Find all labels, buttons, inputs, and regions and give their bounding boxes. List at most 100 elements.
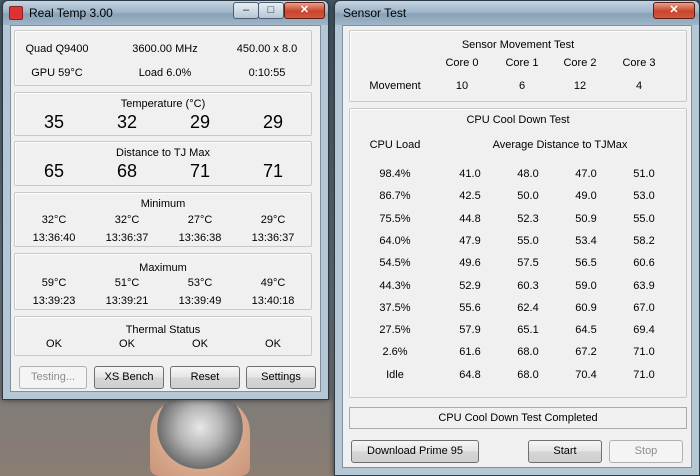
cpu-model: Quad Q9400: [25, 43, 89, 55]
sensor-test-titlebar[interactable]: Sensor Test ✕: [335, 1, 699, 25]
core0-status: OK: [46, 338, 62, 350]
core1-movement: 6: [518, 80, 526, 92]
load-cell: 27.5%: [379, 324, 411, 337]
settings-button[interactable]: Settings: [246, 366, 316, 389]
sensor-movement-label: Sensor Movement Test: [461, 39, 575, 51]
core0-min: 32°C: [41, 214, 67, 226]
maximize-button[interactable]: □: [258, 2, 284, 19]
distance-cell: 59.0: [575, 279, 597, 292]
distance-cell: 47.9: [459, 234, 481, 247]
core1-min: 32°C: [114, 214, 140, 226]
distance-cell: 53.4: [575, 234, 597, 247]
distance-cell: 58.2: [633, 234, 655, 247]
distance-cell: 60.3: [517, 279, 539, 292]
cool-down-status: CPU Cool Down Test Completed: [349, 407, 687, 429]
distance-cell: 63.9: [633, 279, 655, 292]
app-icon: [9, 6, 23, 20]
core0-distance: 65: [43, 161, 65, 181]
xs-bench-button[interactable]: XS Bench: [94, 366, 164, 389]
core2-movement: 12: [573, 80, 587, 92]
core2-min: 27°C: [187, 214, 213, 226]
distance-cell: 68.0: [517, 346, 539, 359]
distance-cell: 56.5: [575, 257, 597, 270]
core0-max-time: 13:39:23: [32, 295, 76, 307]
core1-header: Core 1: [505, 57, 539, 69]
core2-min-time: 13:36:38: [178, 232, 222, 244]
distance-cell: 42.5: [459, 190, 481, 203]
load-cell: 44.3%: [379, 279, 411, 292]
cool-down-group: CPU Cool Down Test CPU Load Average Dist…: [349, 108, 687, 398]
minimum-group: Minimum 32°C 32°C 27°C 29°C 13:36:40 13:…: [14, 192, 312, 247]
distance-cell: 44.8: [459, 212, 481, 225]
core3-status: OK: [265, 338, 281, 350]
load-cell: 86.7%: [379, 190, 411, 203]
distance-cell: 48.0: [517, 168, 539, 180]
core1-max: 51°C: [114, 277, 140, 289]
realtemp-client: Quad Q9400 3600.00 MHz 450.00 x 8.0 GPU …: [10, 25, 321, 392]
download-prime95-button[interactable]: Download Prime 95: [351, 440, 479, 463]
distance-cell: 55.6: [459, 301, 481, 314]
movement-label: Movement: [369, 80, 421, 92]
core1-status: OK: [119, 338, 135, 350]
load-cell: 75.5%: [379, 212, 411, 225]
core3-temp: 29: [262, 112, 284, 132]
load-cell: 2.6%: [382, 346, 408, 359]
temperature-group: Temperature (°C) 35 32 29 29: [14, 92, 312, 136]
distance-cell: 50.9: [575, 212, 597, 225]
distance-cell: 52.9: [459, 279, 481, 292]
distance-cell: 51.0: [633, 168, 655, 180]
reset-button[interactable]: Reset: [170, 366, 240, 389]
realtemp-titlebar[interactable]: Real Temp 3.00 – □ ✕: [3, 1, 328, 25]
sensor-movement-group: Sensor Movement Test Core 0 Core 1 Core …: [349, 30, 687, 102]
wallpaper-figure: [150, 381, 250, 476]
core2-max-time: 13:39:49: [178, 295, 222, 307]
cpu-mhz: 3600.00 MHz: [132, 43, 198, 55]
distance-cell: 60.9: [575, 301, 597, 314]
minimize-button[interactable]: –: [233, 2, 259, 19]
distance-cell: 64.8: [459, 368, 481, 381]
realtemp-title: Real Temp 3.00: [29, 6, 113, 20]
core0-min-time: 13:36:40: [32, 232, 76, 244]
core0-header: Core 0: [445, 57, 479, 69]
core2-distance: 71: [189, 161, 211, 181]
core3-min: 29°C: [260, 214, 286, 226]
close-button[interactable]: ✕: [284, 2, 325, 19]
distance-cell: 69.4: [633, 324, 655, 337]
stop-button[interactable]: Stop: [609, 440, 683, 463]
tjmax-label: Distance to TJ Max: [116, 147, 210, 159]
testing-button[interactable]: Testing...: [19, 366, 87, 389]
sensor-test-title: Sensor Test: [343, 6, 407, 20]
distance-cell: 62.4: [517, 301, 539, 314]
distance-cell: 67.0: [633, 301, 655, 314]
distance-cell: 70.4: [575, 368, 597, 381]
distance-cell: 49.6: [459, 257, 481, 270]
core3-max-time: 13:40:18: [251, 295, 295, 307]
start-button[interactable]: Start: [528, 440, 602, 463]
core2-header: Core 2: [563, 57, 597, 69]
distance-cell: 68.0: [517, 368, 539, 381]
avg-distance-header: Average Distance to TJMax: [492, 139, 628, 151]
distance-cell: 67.2: [575, 346, 597, 359]
cpu-load-header: CPU Load: [369, 139, 421, 151]
distance-cell: 65.1: [517, 324, 539, 337]
distance-cell: 64.5: [575, 324, 597, 337]
load-cell: 54.5%: [379, 257, 411, 270]
maximum-label: Maximum: [139, 262, 187, 274]
thermal-status-group: Thermal Status OK OK OK OK: [14, 316, 312, 356]
distance-cell: 49.0: [575, 190, 597, 203]
distance-cell: 52.3: [517, 212, 539, 225]
distance-cell: 60.6: [633, 257, 655, 270]
load-cell: 37.5%: [379, 301, 411, 314]
distance-cell: 55.0: [517, 234, 539, 247]
gpu-temp: GPU 59°C: [31, 67, 83, 79]
distance-cell: 71.0: [633, 346, 655, 359]
cpu-load: Load 6.0%: [138, 67, 192, 79]
core2-status: OK: [192, 338, 208, 350]
distance-cell: 57.9: [459, 324, 481, 337]
distance-cell: 41.0: [459, 168, 481, 180]
tjmax-group: Distance to TJ Max 65 68 71 71: [14, 141, 312, 186]
core1-max-time: 13:39:21: [105, 295, 149, 307]
sensor-close-button[interactable]: ✕: [653, 2, 695, 19]
sensor-test-client: Sensor Movement Test Core 0 Core 1 Core …: [342, 25, 692, 468]
distance-cell: 50.0: [517, 190, 539, 203]
